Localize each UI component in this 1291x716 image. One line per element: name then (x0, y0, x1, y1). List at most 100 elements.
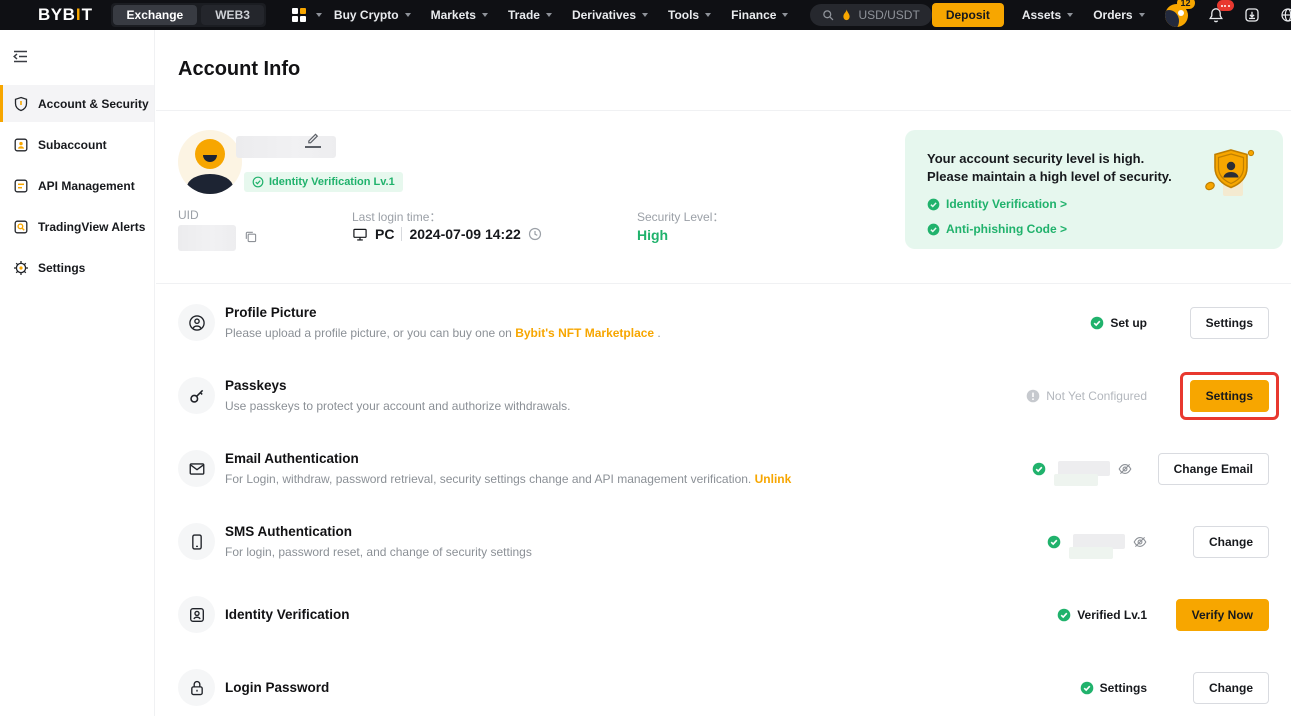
product-switcher: Exchange WEB3 (111, 3, 266, 27)
anti-phishing-code-link[interactable]: Anti-phishing Code > (927, 222, 1261, 236)
download-icon (1244, 7, 1260, 23)
chevron-down-icon (642, 13, 648, 17)
download-app-button[interactable] (1244, 7, 1260, 23)
security-summary-panel: Your account security level is high. Ple… (905, 130, 1283, 249)
phone-masked (1067, 534, 1125, 549)
row-email-authentication: Email Authentication For Login, withdraw… (156, 432, 1291, 505)
chevron-down-icon (1139, 13, 1145, 17)
sidebar-item-settings[interactable]: Settings (0, 249, 154, 286)
tab-exchange[interactable]: Exchange (113, 5, 198, 25)
sidebar-item-label: Settings (38, 261, 85, 275)
identity-verification-badge[interactable]: Identity Verification Lv.1 (244, 172, 403, 192)
shield-badge-illustration (1201, 146, 1257, 204)
edit-pencil-icon (306, 132, 320, 145)
menu-buy-crypto[interactable]: Buy Crypto (334, 8, 411, 22)
notification-badge (1217, 0, 1234, 11)
subaccount-icon (13, 137, 29, 153)
menu-trade[interactable]: Trade (508, 8, 552, 22)
chevron-down-icon (782, 13, 788, 17)
id-card-icon (178, 596, 215, 633)
row-desc: For Login, withdraw, password retrieval,… (225, 472, 1032, 486)
key-icon (178, 377, 215, 414)
row-title: Passkeys (225, 378, 1026, 393)
row-sms-authentication: SMS Authentication For login, password r… (156, 505, 1291, 578)
notifications-button[interactable] (1208, 7, 1224, 23)
check-circle-icon (1047, 535, 1061, 549)
row-status (1032, 461, 1132, 476)
deposit-button[interactable]: Deposit (932, 3, 1004, 27)
last-login-label: Last login time： (352, 208, 441, 225)
verify-now-button[interactable]: Verify Now (1176, 599, 1269, 631)
passkeys-settings-button[interactable]: Settings (1190, 380, 1269, 412)
unlink-email-link[interactable]: Unlink (755, 472, 792, 486)
change-password-button[interactable]: Change (1193, 672, 1269, 704)
top-navbar: BYBIT Exchange WEB3 Buy Crypto Markets T… (0, 0, 1291, 30)
row-status: Set up (1090, 316, 1147, 330)
login-time: 2024-07-09 14:22 (409, 226, 520, 242)
mail-icon (178, 450, 215, 487)
uid-masked (178, 225, 236, 251)
settings-rows: Profile Picture Please upload a profile … (156, 286, 1291, 716)
nft-marketplace-link[interactable]: Bybit's NFT Marketplace (515, 326, 654, 340)
check-circle-icon (1080, 681, 1094, 695)
change-email-button[interactable]: Change Email (1158, 453, 1269, 485)
apps-menu[interactable] (292, 8, 322, 22)
row-title: Profile Picture (225, 305, 1090, 320)
check-circle-icon (927, 198, 940, 211)
row-login-password: Login Password Settings Change (156, 651, 1291, 716)
avatar[interactable] (178, 130, 242, 194)
person-icon (178, 304, 215, 341)
language-button[interactable] (1280, 7, 1291, 23)
chevron-down-icon (316, 13, 322, 17)
row-status: Not Yet Configured (1026, 389, 1147, 403)
clock-icon[interactable] (528, 227, 542, 241)
chat-count-badge: 12 (1177, 0, 1195, 9)
row-desc: Use passkeys to protect your account and… (225, 399, 1026, 413)
menu-derivatives[interactable]: Derivatives (572, 8, 648, 22)
tradingview-icon (13, 219, 29, 235)
collapse-sidebar-icon[interactable] (13, 50, 28, 63)
row-identity-verification: Identity Verification Verified Lv.1 Veri… (156, 578, 1291, 651)
menu-finance[interactable]: Finance (731, 8, 788, 22)
copy-icon[interactable] (244, 230, 257, 243)
last-login-value: PC 2024-07-09 14:22 (352, 226, 542, 242)
lock-icon (178, 669, 215, 706)
divider (156, 283, 1291, 284)
sidebar-item-label: API Management (38, 179, 135, 193)
tab-web3[interactable]: WEB3 (201, 5, 264, 25)
eye-off-icon[interactable] (1118, 462, 1132, 476)
phone-icon (178, 523, 215, 560)
divider (156, 110, 1291, 111)
sidebar-item-api-management[interactable]: API Management (0, 167, 154, 204)
bybit-logo[interactable]: BYBIT (38, 5, 93, 25)
edit-nickname-button[interactable] (303, 132, 323, 148)
apps-grid-icon (292, 8, 306, 22)
gear-icon (13, 260, 29, 276)
row-profile-picture: Profile Picture Please upload a profile … (156, 286, 1291, 359)
search-input[interactable]: USD/USDT (810, 4, 931, 26)
page-title: Account Info (178, 58, 300, 81)
sidebar-item-tradingview-alerts[interactable]: TradingView Alerts (0, 208, 154, 245)
row-title: Login Password (225, 680, 1080, 695)
row-status: Settings (1080, 681, 1147, 695)
chevron-down-icon (405, 13, 411, 17)
sidebar-item-account-security[interactable]: Account & Security (0, 85, 154, 122)
change-sms-button[interactable]: Change (1193, 526, 1269, 558)
sidebar-item-subaccount[interactable]: Subaccount (0, 126, 154, 163)
row-status (1047, 534, 1147, 549)
chevron-down-icon (546, 13, 552, 17)
monitor-icon (352, 227, 368, 242)
divider (401, 227, 402, 241)
eye-off-icon[interactable] (1133, 535, 1147, 549)
support-chat-button[interactable]: 12 (1165, 4, 1188, 27)
menu-assets[interactable]: Assets (1022, 8, 1073, 22)
menu-orders[interactable]: Orders (1093, 8, 1144, 22)
security-level-value: High (637, 227, 668, 243)
profile-picture-settings-button[interactable]: Settings (1190, 307, 1269, 339)
bybit-account-page: BYBIT Exchange WEB3 Buy Crypto Markets T… (0, 0, 1291, 716)
menu-tools[interactable]: Tools (668, 8, 711, 22)
row-desc: For login, password reset, and change of… (225, 545, 1047, 559)
menu-markets[interactable]: Markets (431, 8, 488, 22)
uid-label: UID (178, 208, 199, 222)
row-desc: Please upload a profile picture, or you … (225, 326, 1090, 340)
